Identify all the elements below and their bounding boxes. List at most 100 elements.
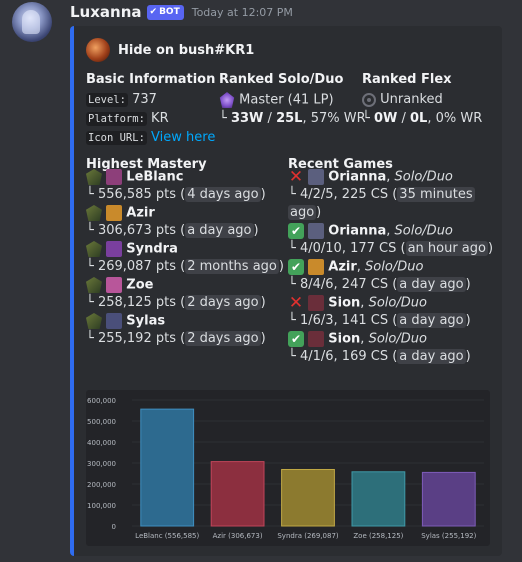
champion-portrait-icon: [106, 313, 123, 329]
mastery-item: Zoe: [86, 277, 153, 293]
solo-sep: /: [263, 111, 277, 126]
mastery-points-line: └ 556,585 pts (4 days ago): [86, 187, 266, 202]
game-mode: Solo/Duo: [365, 259, 424, 275]
champion-portrait-icon: [106, 277, 123, 293]
solo-wins: 33W: [230, 111, 264, 126]
mastery-champion: Azir: [126, 205, 155, 221]
icon-url-link[interactable]: View here: [151, 130, 215, 145]
game-stats: 8/4/6, 247 CS (: [299, 277, 398, 292]
paren-close: ): [260, 295, 266, 310]
y-tick-label: 100,000: [87, 502, 116, 510]
username[interactable]: Luxanna: [70, 3, 142, 21]
mastery-level-icon: [86, 277, 102, 293]
champion-portrait-icon: [308, 331, 325, 347]
mastery-item: Azir: [86, 205, 155, 221]
y-tick-label: 500,000: [87, 418, 116, 426]
win-check-icon: ✔: [288, 331, 304, 347]
champion-portrait-icon: [106, 241, 123, 257]
tree-glyph: └: [86, 187, 94, 202]
platform-value: KR: [151, 111, 169, 126]
y-tick-label: 300,000: [87, 460, 116, 468]
flex-rank-line: Unranked: [362, 92, 443, 107]
game-mode: Solo/Duo: [368, 331, 427, 347]
chart-bar[interactable]: [281, 468, 335, 527]
game-champion: Sion: [328, 295, 361, 311]
level-line: Level: 737: [86, 92, 157, 107]
game-time-ago[interactable]: a day ago: [397, 277, 466, 292]
y-tick-label: 0: [112, 523, 116, 531]
game-time-ago[interactable]: 35 minutes: [397, 187, 475, 202]
y-tick-label: 200,000: [87, 481, 116, 489]
tree-glyph: └: [219, 111, 227, 126]
game-time-ago[interactable]: a day ago: [397, 313, 466, 328]
flex-wr: , 0% WR: [427, 111, 483, 126]
game-stats-line: └ 4/2/5, 225 CS (35 minutes: [288, 187, 475, 202]
flex-losses: 0L: [410, 111, 428, 126]
x-tick-label: Zoe (258,125): [353, 532, 403, 540]
mastery-last-played[interactable]: a day ago: [185, 223, 254, 238]
chart-bar[interactable]: [421, 471, 476, 527]
tree-glyph: └: [288, 241, 296, 256]
timestamp[interactable]: Today at 12:07 PM: [192, 6, 293, 19]
recent-game: ✕ Orianna, Solo/Duo: [288, 167, 453, 187]
mastery-points: 255,192 pts (: [97, 331, 186, 346]
field-title-flex: Ranked Flex: [362, 72, 452, 87]
mastery-points: 258,125 pts (: [97, 295, 186, 310]
game-stats: 4/0/10, 177 CS (: [299, 241, 406, 256]
champion-portrait-icon: [308, 295, 325, 311]
bot-badge: ✔ BOT: [146, 4, 184, 20]
chart-bar[interactable]: [140, 408, 195, 527]
chart-bar[interactable]: [210, 461, 265, 527]
chart-bar[interactable]: [351, 471, 406, 527]
master-rank-icon: [219, 92, 235, 108]
mastery-level-icon: [86, 241, 102, 257]
paren-close: ): [487, 241, 494, 256]
solo-rank-line: Master (41 LP): [219, 92, 334, 108]
platform-line: Platform: KR: [86, 111, 169, 126]
unranked-icon: [362, 92, 376, 107]
tree-glyph: └: [362, 111, 370, 126]
game-stats-line: └ 4/0/10, 177 CS (an hour ago): [288, 241, 493, 256]
mastery-points-line: └ 269,087 pts (2 months ago): [86, 259, 284, 274]
game-time-ago-cont[interactable]: ago: [288, 205, 317, 220]
mastery-chart: 0 100,000 200,000 300,000 400,000 500,000 600,…: [86, 390, 490, 546]
flex-sep: /: [397, 111, 411, 126]
mastery-item: LeBlanc: [86, 169, 183, 185]
champion-portrait-icon: [308, 223, 325, 239]
game-time-ago[interactable]: a day ago: [397, 349, 466, 364]
recent-game: ✔ Orianna, Solo/Duo: [288, 223, 453, 239]
game-stats-line: └ 8/4/6, 247 CS (a day ago): [288, 277, 471, 292]
game-mode: Solo/Duo: [394, 223, 453, 239]
mastery-last-played[interactable]: 2 months ago: [185, 259, 279, 274]
mastery-item: Sylas: [86, 313, 165, 329]
embed-author-name: Hide on bush#KR1: [118, 42, 255, 58]
mastery-last-played[interactable]: 4 days ago: [185, 187, 261, 202]
game-time-ago[interactable]: an hour ago: [405, 241, 488, 256]
lux-avatar-icon[interactable]: [12, 2, 52, 42]
tree-glyph: └: [288, 187, 296, 202]
flex-rank: Unranked: [380, 92, 443, 107]
paren-close: ): [278, 259, 284, 274]
solo-record-line: └ 33W / 25L, 57% WR: [219, 111, 366, 126]
recent-game: ✔ Azir, Solo/Duo: [288, 259, 423, 275]
game-stats-line: └ 1/6/3, 141 CS (a day ago): [288, 313, 471, 328]
mastery-points-line: └ 255,192 pts (2 days ago): [86, 331, 266, 346]
mastery-last-played[interactable]: 2 days ago: [185, 295, 261, 310]
x-tick-label: Syndra (269,087): [277, 532, 339, 540]
mastery-champion: Zoe: [126, 277, 154, 293]
tree-glyph: └: [288, 313, 296, 328]
tree-glyph: └: [86, 259, 94, 274]
mastery-champion: Sylas: [126, 313, 166, 329]
mastery-bar-chart: 0 100,000 200,000 300,000 400,000 500,000 600,…: [87, 397, 484, 540]
icon-url-line: Icon URL: View here: [86, 130, 215, 145]
game-stats: 4/1/6, 169 CS (: [299, 349, 398, 364]
game-stats: 4/2/5, 225 CS (: [299, 187, 398, 202]
paren-close: ): [465, 313, 471, 328]
game-champion: Orianna: [328, 223, 387, 239]
game-champion: Azir: [328, 259, 357, 275]
paren-close: ): [260, 187, 266, 202]
mastery-last-played[interactable]: 2 days ago: [185, 331, 261, 346]
mastery-champion: Syndra: [126, 241, 178, 257]
y-tick-label: 400,000: [87, 439, 116, 447]
embed: Hide on bush#KR1 Basic Information Level…: [70, 26, 502, 556]
